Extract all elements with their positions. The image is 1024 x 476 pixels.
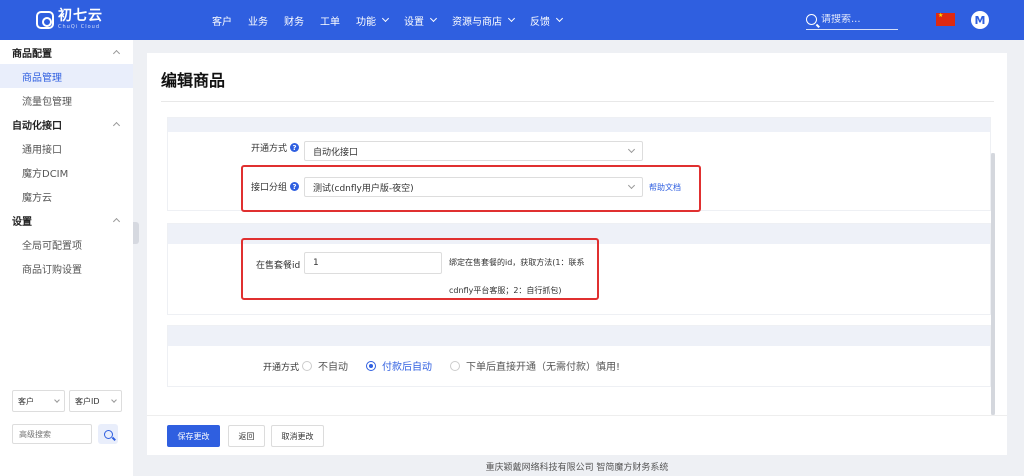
- chevron-down-icon: [54, 397, 60, 403]
- scrollbar-thumb[interactable]: [991, 153, 995, 415]
- global-search: [806, 10, 898, 30]
- nav-resources-store[interactable]: 资源与商店: [452, 13, 516, 28]
- chevron-down-icon: [627, 145, 636, 154]
- nav-settings[interactable]: 设置: [404, 13, 438, 28]
- open-mode-select[interactable]: 自动化接口: [304, 141, 643, 161]
- top-nav-bar: 初七云 ChuQi Cloud 客户 业务 财务 工单 功能 设置 资源与商店 …: [0, 0, 1024, 40]
- open-mode-label: 开通方式?: [251, 141, 300, 154]
- logo[interactable]: 初七云 ChuQi Cloud: [36, 9, 103, 30]
- sidebar-item-global-config[interactable]: 全局可配置项: [0, 232, 133, 256]
- chevron-up-icon: [112, 49, 121, 58]
- action-bar: 保存更改 返回 取消更改: [147, 415, 1007, 455]
- highlight-box: [241, 238, 599, 300]
- nav-customers[interactable]: 客户: [212, 13, 232, 28]
- highlight-box: [241, 165, 701, 212]
- chevron-down-icon: [381, 14, 390, 23]
- sidebar-item-order-settings[interactable]: 商品订购设置: [0, 256, 133, 280]
- nav-business[interactable]: 业务: [248, 13, 268, 28]
- radio-auto-after-payment[interactable]: 付款后自动: [366, 358, 432, 373]
- scrollbar[interactable]: [991, 153, 995, 415]
- sidebar-group-settings[interactable]: 设置: [0, 208, 133, 232]
- nav-tickets[interactable]: 工单: [320, 13, 340, 28]
- divider: [161, 101, 994, 102]
- chevron-up-icon: [112, 121, 121, 130]
- radio-open-without-payment[interactable]: 下单后直接开通（无需付款）慎用!: [450, 358, 620, 373]
- sidebar-item-generic-api[interactable]: 通用接口: [0, 136, 133, 160]
- chevron-down-icon: [555, 14, 564, 23]
- footer-copyright: 重庆颖戴网络科技有限公司 智简魔方财务系统: [485, 463, 669, 473]
- auto-open-mode-label: 开通方式: [263, 363, 300, 373]
- save-button[interactable]: 保存更改: [167, 425, 220, 447]
- cancel-button[interactable]: 取消更改: [271, 425, 324, 447]
- logo-subtitle: ChuQi Cloud: [58, 24, 101, 30]
- main-content: 编辑商品 开通方式? 自动化接口 接口分组? 测试(cdnfly用户版-夜空) …: [147, 53, 1007, 455]
- main-nav: 客户 业务 财务 工单 功能 设置 资源与商店 反馈: [212, 0, 578, 40]
- sidebar-group-product-config[interactable]: 商品配置: [0, 40, 133, 64]
- sidebar-item-mofang-dcim[interactable]: 魔方DCIM: [0, 160, 133, 184]
- sidebar-item-mofang-cloud[interactable]: 魔方云: [0, 184, 133, 208]
- sidebar-item-product-management[interactable]: 商品管理: [0, 64, 133, 88]
- chevron-down-icon: [507, 14, 516, 23]
- chevron-up-icon: [112, 217, 121, 226]
- logo-icon: [36, 10, 54, 29]
- search-icon: [103, 429, 113, 439]
- sidebar-group-automation-api[interactable]: 自动化接口: [0, 112, 133, 136]
- global-search-input[interactable]: [821, 14, 893, 25]
- logo-name: 初七云: [58, 8, 103, 24]
- section-auto-provision: [167, 325, 991, 387]
- search-field-select[interactable]: 客户ID: [69, 390, 122, 412]
- search-type-select[interactable]: 客户: [12, 390, 65, 412]
- sidebar-collapse-handle[interactable]: [133, 222, 139, 244]
- help-icon[interactable]: ?: [290, 143, 300, 152]
- advanced-search-button[interactable]: [98, 424, 118, 444]
- page-title: 编辑商品: [161, 71, 226, 90]
- avatar[interactable]: M: [971, 11, 989, 29]
- auto-open-radio-group: 不自动 付款后自动 下单后直接开通（无需付款）慎用!: [302, 358, 620, 373]
- china-flag-icon[interactable]: [936, 12, 955, 26]
- nav-features[interactable]: 功能: [356, 13, 390, 28]
- sidebar: 商品配置 商品管理 流量包管理 自动化接口 通用接口 魔方DCIM 魔方云 设置…: [0, 40, 133, 476]
- radio-no-auto[interactable]: 不自动: [302, 358, 348, 373]
- advanced-search-input[interactable]: [12, 424, 92, 444]
- nav-feedback[interactable]: 反馈: [530, 13, 564, 28]
- chevron-down-icon: [111, 397, 117, 403]
- nav-finance[interactable]: 财务: [284, 13, 304, 28]
- sidebar-item-traffic-packages[interactable]: 流量包管理: [0, 88, 133, 112]
- search-icon[interactable]: [806, 14, 817, 25]
- sidebar-search-panel: 客户 客户ID: [12, 390, 122, 444]
- back-button[interactable]: 返回: [228, 425, 265, 447]
- chevron-down-icon: [429, 14, 438, 23]
